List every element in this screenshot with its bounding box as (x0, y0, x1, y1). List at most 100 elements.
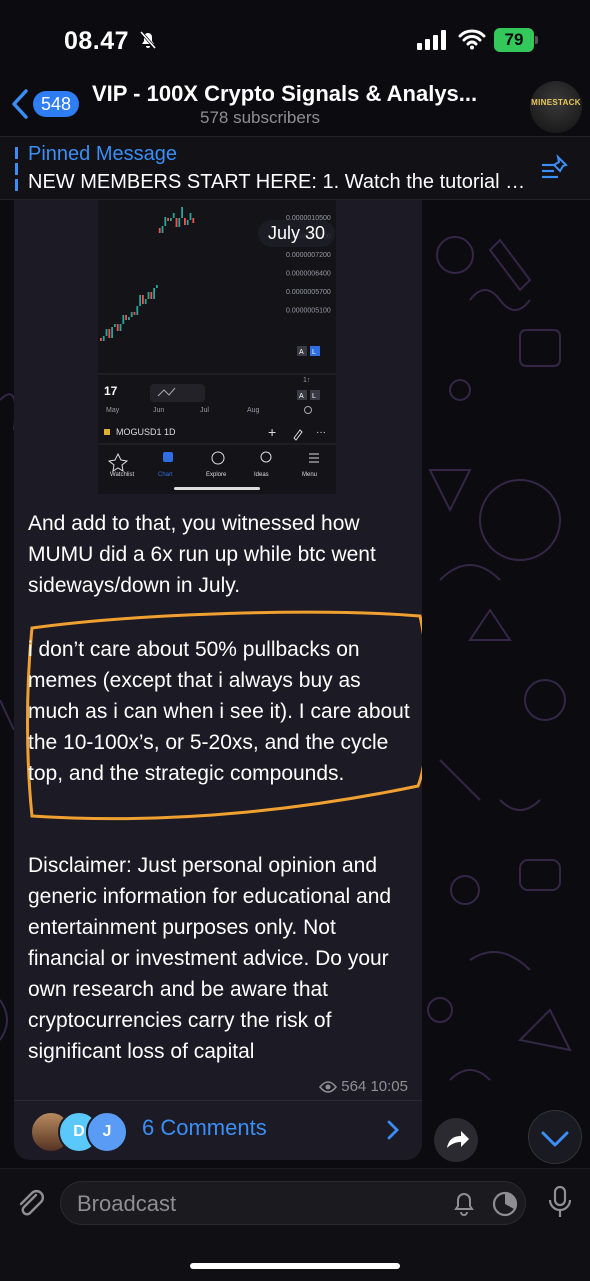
status-time: 08.47 (64, 27, 130, 55)
time-axis-label: Jul (200, 407, 209, 414)
commenter-avatar-j: J (86, 1111, 128, 1153)
price-axis-label: 0.0000005100 (286, 308, 331, 315)
candle (125, 315, 127, 320)
candle (116, 324, 119, 331)
candle (172, 213, 175, 218)
candle (142, 295, 144, 304)
candle (108, 329, 111, 338)
candle (178, 218, 181, 227)
channel-avatar-logo-text: MINESTACK (531, 98, 581, 107)
candle (156, 285, 158, 288)
message-paragraph-1: And add to that, you witnessed how MUMU … (28, 512, 376, 597)
message-paragraph-2: i don’t care about 50% pullbacks on meme… (28, 638, 410, 785)
microphone-icon[interactable] (546, 1185, 574, 1219)
candle (100, 338, 102, 341)
tradingview-tab-label: Ideas (254, 472, 269, 478)
date-pill: July 30 (258, 220, 336, 247)
svg-text:+: + (268, 424, 276, 440)
views-eye-icon (319, 1081, 338, 1093)
message-paragraph-3: Disclaimer: Just personal opinion and ge… (28, 854, 392, 1063)
comments-bar[interactable]: D J 6 Comments (14, 1100, 422, 1160)
subscriber-count: 578 subscribers (199, 108, 320, 127)
input-bar: Broadcast (0, 1168, 590, 1281)
back-chevron-icon[interactable] (10, 88, 30, 120)
candle (122, 315, 125, 324)
candle (114, 324, 116, 327)
svg-text:L: L (312, 393, 316, 400)
candle (158, 228, 161, 233)
pin-list-icon[interactable] (540, 153, 570, 183)
candle (184, 218, 186, 225)
share-arrow-icon (447, 1131, 469, 1148)
candle (128, 317, 130, 320)
message-time: 10:05 (370, 1078, 408, 1095)
time-axis-label: Jun (153, 407, 164, 414)
svg-text:1↑: 1↑ (303, 377, 310, 384)
candle (164, 217, 167, 226)
status-bar: 08.47 79 (0, 0, 590, 78)
bell-off-icon (139, 31, 157, 49)
svg-text:MOGUSD1 1D: MOGUSD1 1D (116, 427, 176, 437)
view-count: 564 (341, 1078, 367, 1095)
candle (153, 288, 155, 299)
svg-text:A: A (299, 393, 304, 400)
auto-delete-timer-icon[interactable] (491, 1190, 519, 1218)
candle (102, 336, 105, 341)
candle (170, 218, 172, 221)
candle (139, 295, 141, 306)
scroll-down-button[interactable] (528, 1110, 582, 1164)
candle (150, 292, 153, 299)
home-indicator (190, 1263, 400, 1269)
tradingview-tab-label: Watchlist (110, 472, 134, 478)
candle (133, 312, 136, 315)
pinned-indicator (15, 147, 18, 191)
time-axis-label: Aug (247, 407, 260, 414)
tradingview-logo: 17 (104, 384, 118, 398)
message-bubble: 0.00000105000.00000080000.00000072000.00… (14, 198, 422, 1160)
share-button[interactable] (434, 1118, 478, 1162)
tradingview-tab-label: Explore (206, 472, 227, 478)
unread-count-badge[interactable]: 548 (33, 91, 79, 117)
tradingview-tab-label: Chart (158, 472, 173, 478)
wifi-icon (458, 29, 486, 50)
comments-count-label[interactable]: 6 Comments (142, 1115, 267, 1141)
chart-screenshot[interactable]: 0.00000105000.00000080000.00000072000.00… (14, 198, 422, 494)
cellular-signal-icon (417, 30, 446, 50)
candle (186, 220, 189, 225)
message-meta: 564 10:05 (319, 1078, 408, 1095)
svg-text:A: A (299, 349, 304, 356)
bell-icon[interactable] (451, 1190, 477, 1216)
candle (111, 327, 113, 338)
candle (181, 207, 183, 218)
svg-text:L: L (312, 349, 316, 356)
broadcast-input[interactable]: Broadcast (60, 1181, 526, 1225)
candle (136, 306, 139, 315)
candle (130, 312, 133, 317)
price-axis-label: 0.0000007200 (286, 252, 331, 259)
chat-header: 548 VIP - 100X Crypto Signals & Analys..… (0, 78, 590, 136)
attachment-paperclip-icon[interactable] (14, 1187, 46, 1219)
candle (161, 226, 164, 233)
candle (167, 218, 169, 221)
chevron-right-icon (387, 1120, 399, 1140)
candle (189, 213, 192, 220)
battery-level: 79 (494, 28, 534, 52)
broadcast-placeholder: Broadcast (77, 1191, 177, 1216)
price-axis-label: 0.0000006400 (286, 271, 331, 278)
battery-indicator: 79 (494, 28, 540, 52)
candle (192, 218, 195, 223)
candle (175, 218, 178, 227)
channel-title[interactable]: VIP - 100X Crypto Signals & Analys... (92, 81, 512, 107)
svg-text:···: ··· (316, 427, 326, 438)
candle (105, 329, 108, 336)
candle (119, 324, 122, 331)
channel-avatar[interactable]: MINESTACK (530, 81, 582, 133)
pinned-message-bar[interactable]: Pinned Message NEW MEMBERS START HERE: 1… (0, 136, 590, 200)
tradingview-tab-label: Menu (302, 472, 317, 478)
price-axis-label: 0.0000005700 (286, 289, 331, 296)
chevron-down-icon (541, 1131, 569, 1147)
candle (144, 299, 147, 304)
pinned-title: Pinned Message (28, 143, 177, 165)
time-axis-label: May (106, 407, 120, 414)
pinned-text: NEW MEMBERS START HERE: 1. Watch the tut… (28, 171, 528, 193)
